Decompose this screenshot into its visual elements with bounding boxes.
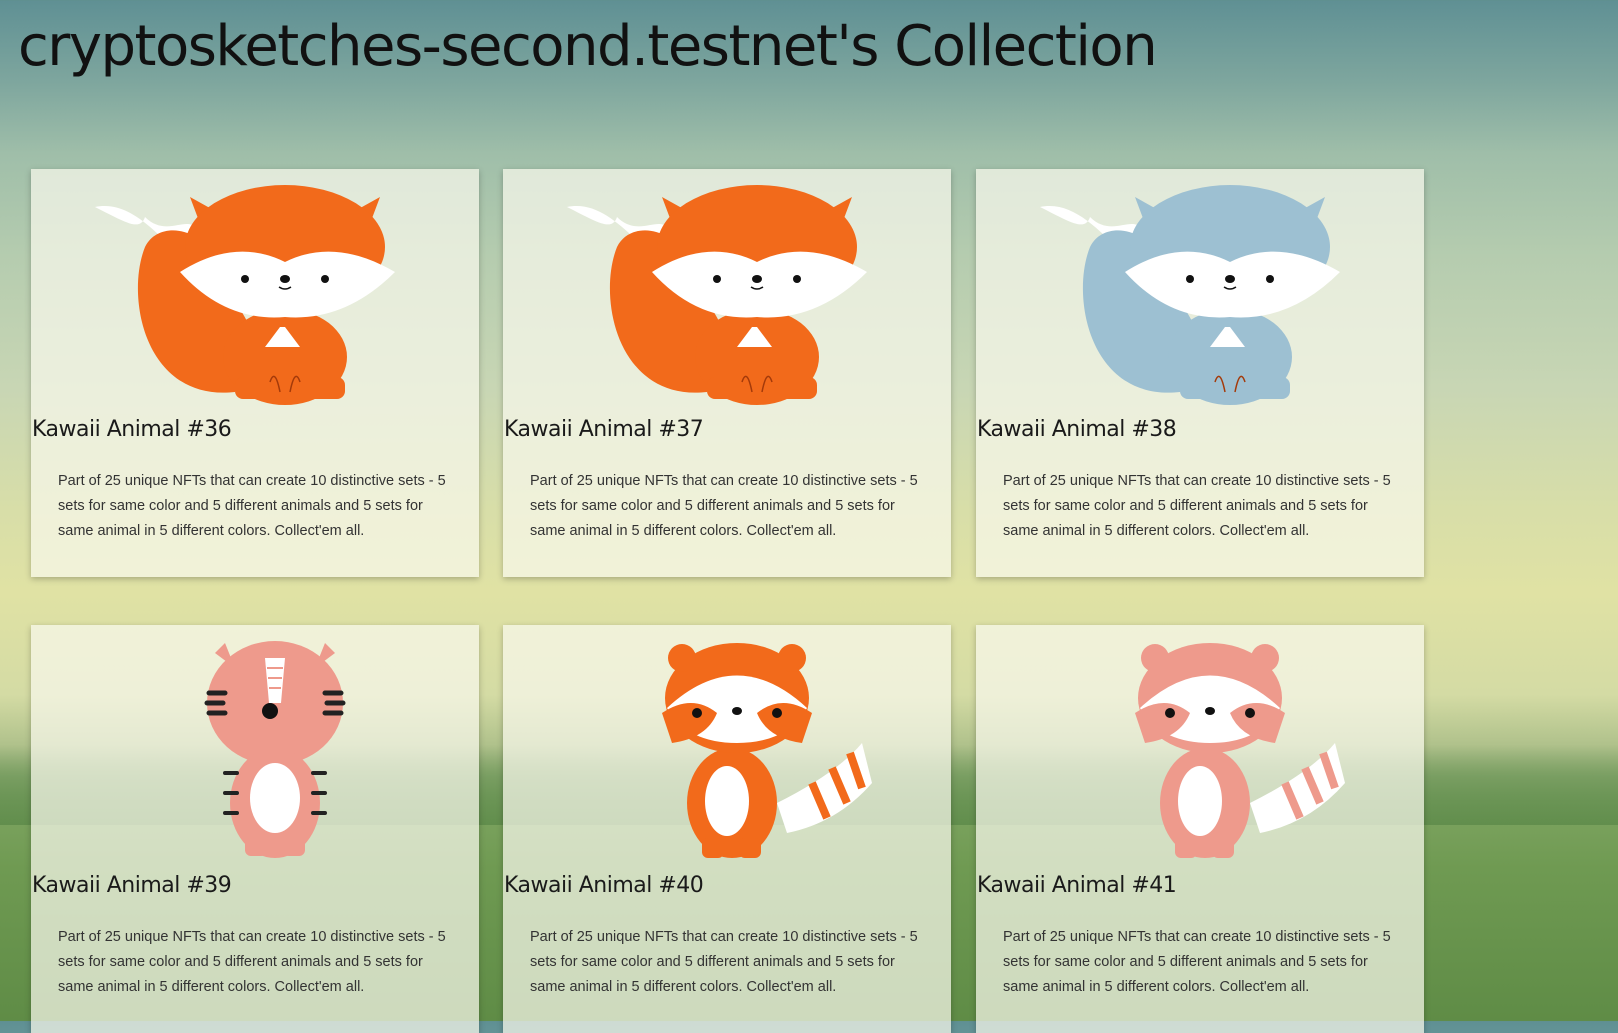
fox-image (567, 185, 867, 405)
nft-card[interactable]: Kawaii Animal #40 Part of 25 unique NFTs… (503, 625, 951, 1033)
nft-card[interactable]: Kawaii Animal #39 Part of 25 unique NFTs… (31, 625, 479, 1033)
raccoon-image (662, 643, 872, 858)
nft-card[interactable]: Kawaii Animal #38 Part of 25 unique NFTs… (976, 169, 1424, 577)
nft-title: Kawaii Animal #39 (32, 873, 232, 898)
nft-card[interactable]: Kawaii Animal #41 Part of 25 unique NFTs… (976, 625, 1424, 1033)
nft-description: Part of 25 unique NFTs that can create 1… (58, 473, 446, 539)
nft-title: Kawaii Animal #40 (504, 873, 704, 898)
fox-image (95, 185, 395, 405)
raccoon-image (1135, 643, 1345, 858)
page-title: cryptosketches-second.testnet's Collecti… (18, 14, 1158, 79)
nft-card[interactable]: Kawaii Animal #37 Part of 25 unique NFTs… (503, 169, 951, 577)
nft-title: Kawaii Animal #37 (504, 417, 704, 442)
nft-title: Kawaii Animal #41 (977, 873, 1177, 898)
tiger-image (204, 641, 346, 858)
nft-title: Kawaii Animal #36 (32, 417, 232, 442)
fox-image (1040, 185, 1340, 405)
nft-description: Part of 25 unique NFTs that can create 1… (1003, 929, 1391, 995)
nft-description: Part of 25 unique NFTs that can create 1… (530, 473, 918, 539)
nft-description: Part of 25 unique NFTs that can create 1… (530, 929, 918, 995)
nft-description: Part of 25 unique NFTs that can create 1… (58, 929, 446, 995)
nft-card[interactable]: Kawaii Animal #36 Part of 25 unique NFTs… (31, 169, 479, 577)
nft-description: Part of 25 unique NFTs that can create 1… (1003, 473, 1391, 539)
nft-title: Kawaii Animal #38 (977, 417, 1177, 442)
